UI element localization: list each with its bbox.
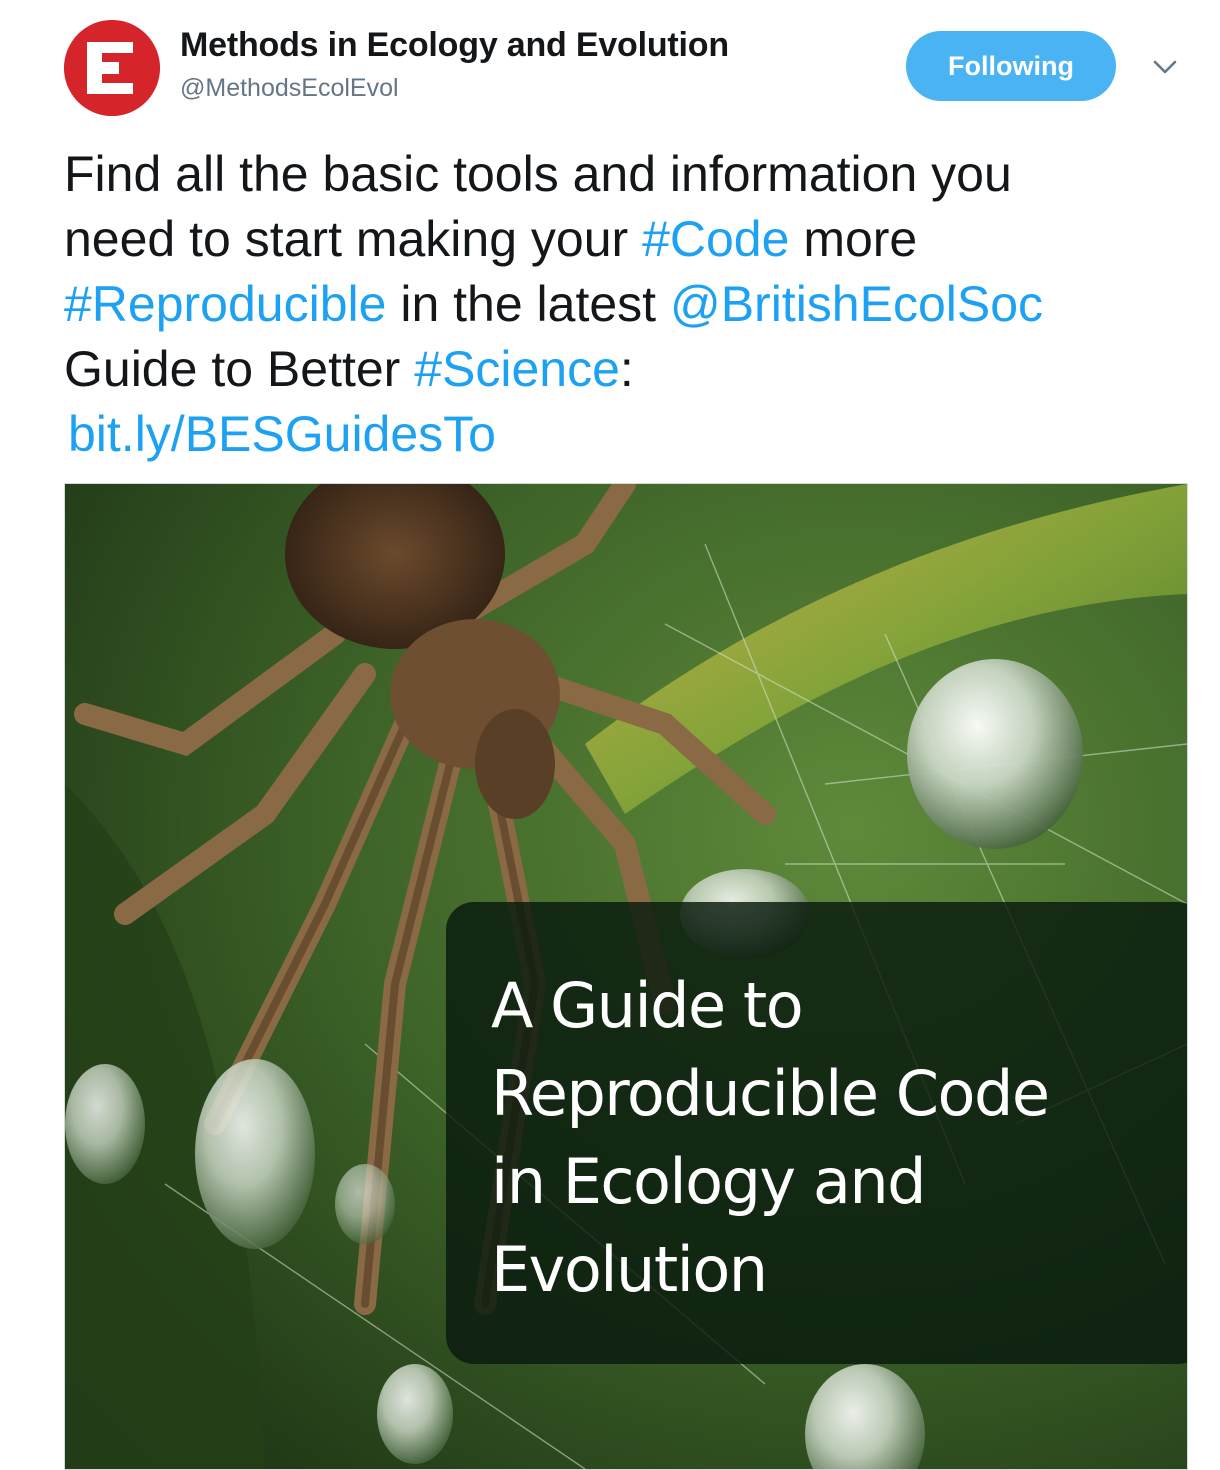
following-button[interactable]: Following [906,31,1116,101]
cover-title-line: A Guide to [491,969,804,1042]
text-segment: more [789,211,918,267]
hashtag-code-link[interactable]: #Code [642,211,789,267]
mention-link[interactable]: @BritishEcolSoc [670,276,1043,332]
text-segment: in the latest [386,276,670,332]
tweet-text: Find all the basic tools and information… [64,142,1174,467]
text-segment: : [619,341,634,397]
user-handle[interactable]: @MethodsEcolEvol [180,74,399,103]
tweet-text-line: bit.ly/BESGuidesTo [64,402,1174,467]
text-segment: Guide to Better [64,341,415,397]
tweet-text-line: #Reproducible in the latest @BritishEcol… [64,272,1174,337]
tweet-media-image[interactable]: A Guide to Reproducible Code in Ecology … [64,483,1188,1470]
short-url-link[interactable]: bit.ly/BESGuidesTo [68,406,496,462]
text-segment: Find all the basic tools and information… [64,146,1012,202]
hashtag-science-link[interactable]: #Science [414,341,620,397]
display-name[interactable]: Methods in Ecology and Evolution [180,26,729,65]
profile-avatar[interactable] [64,20,160,116]
cover-title-line: Evolution [491,1233,768,1306]
tweet-text-line: Guide to Better #Science: [64,337,1174,402]
tweet-card: Methods in Ecology and Evolution @Method… [0,0,1220,1470]
chevron-down-icon[interactable] [1150,52,1180,82]
cover-title-line: in Ecology and [491,1145,926,1218]
cover-title-line: Reproducible Code [491,1057,1050,1130]
logo-e-icon [64,20,160,116]
cover-title: A Guide to Reproducible Code in Ecology … [491,962,1187,1314]
text-segment: need to start making your [64,211,643,267]
hashtag-reproducible-link[interactable]: #Reproducible [64,276,386,332]
tweet-text-line: need to start making your #Code more [64,207,1174,272]
tweet-text-line: Find all the basic tools and information… [64,142,1174,207]
